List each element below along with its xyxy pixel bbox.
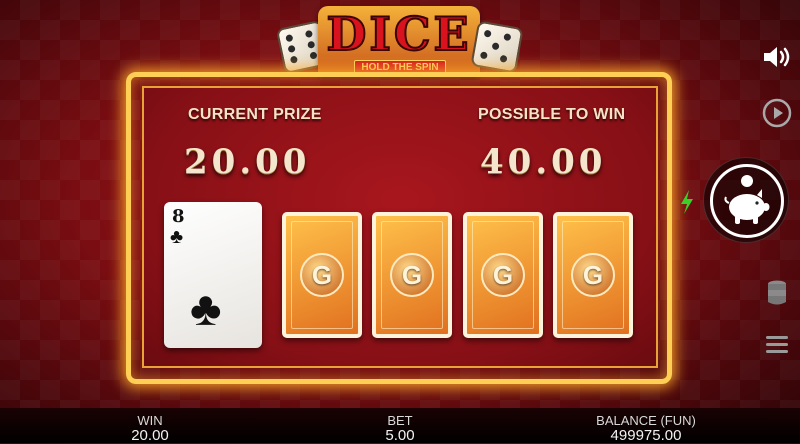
sound-icon [764, 47, 790, 67]
piggy-bank-button[interactable] [703, 157, 789, 243]
balance-stat: BALANCE (FUN) 499975.00 [586, 414, 706, 444]
menu-icon [766, 336, 788, 353]
g-coin-icon: G [300, 253, 344, 297]
sound-button[interactable] [760, 40, 794, 74]
piggy-bank-icon [724, 175, 770, 224]
hidden-card-3[interactable]: G [463, 212, 543, 338]
hidden-card-4[interactable]: G [553, 212, 633, 338]
balance-label: BALANCE (FUN) [596, 413, 696, 428]
logo-title: DICE [325, 7, 472, 61]
menu-button[interactable] [760, 328, 794, 362]
win-stat: WIN 20.00 [118, 414, 182, 444]
win-value: 20.00 [131, 427, 169, 444]
bet-label: BET [387, 413, 413, 428]
possible-win-label: POSSIBLE TO WIN [478, 106, 626, 123]
autoplay-button[interactable] [760, 96, 794, 130]
replay-icon [762, 98, 792, 128]
revealed-card: 8 ♣ ♣ [164, 202, 262, 348]
current-prize-label: CURRENT PRIZE [188, 106, 322, 123]
g-coin-icon: G [571, 253, 615, 297]
lightning-icon [681, 190, 693, 214]
possible-win-value: 40.00 [480, 142, 607, 182]
card-rank: 8 [172, 206, 185, 227]
hidden-card-1[interactable]: G [282, 212, 362, 338]
bet-value: 5.00 [385, 427, 415, 444]
club-suit-icon: ♣ [170, 226, 184, 248]
game-logo: DICE HOLD THE SPIN [275, 6, 524, 78]
bet-settings-button[interactable] [760, 276, 794, 310]
win-label: WIN [137, 413, 163, 428]
balance-value: 499975.00 [610, 427, 682, 444]
g-coin-icon: G [481, 253, 525, 297]
hidden-card-2[interactable]: G [372, 212, 452, 338]
g-coin-icon: G [390, 253, 434, 297]
status-bar: WIN 20.00 BET 5.00 BALANCE (FUN) 499975.… [0, 408, 800, 444]
die-right-icon [470, 20, 524, 74]
coins-stack-icon [768, 280, 786, 305]
bet-stat[interactable]: BET 5.00 [370, 414, 430, 444]
club-suit-large-icon: ♣ [190, 283, 222, 336]
current-prize-value: 20.00 [184, 142, 311, 182]
